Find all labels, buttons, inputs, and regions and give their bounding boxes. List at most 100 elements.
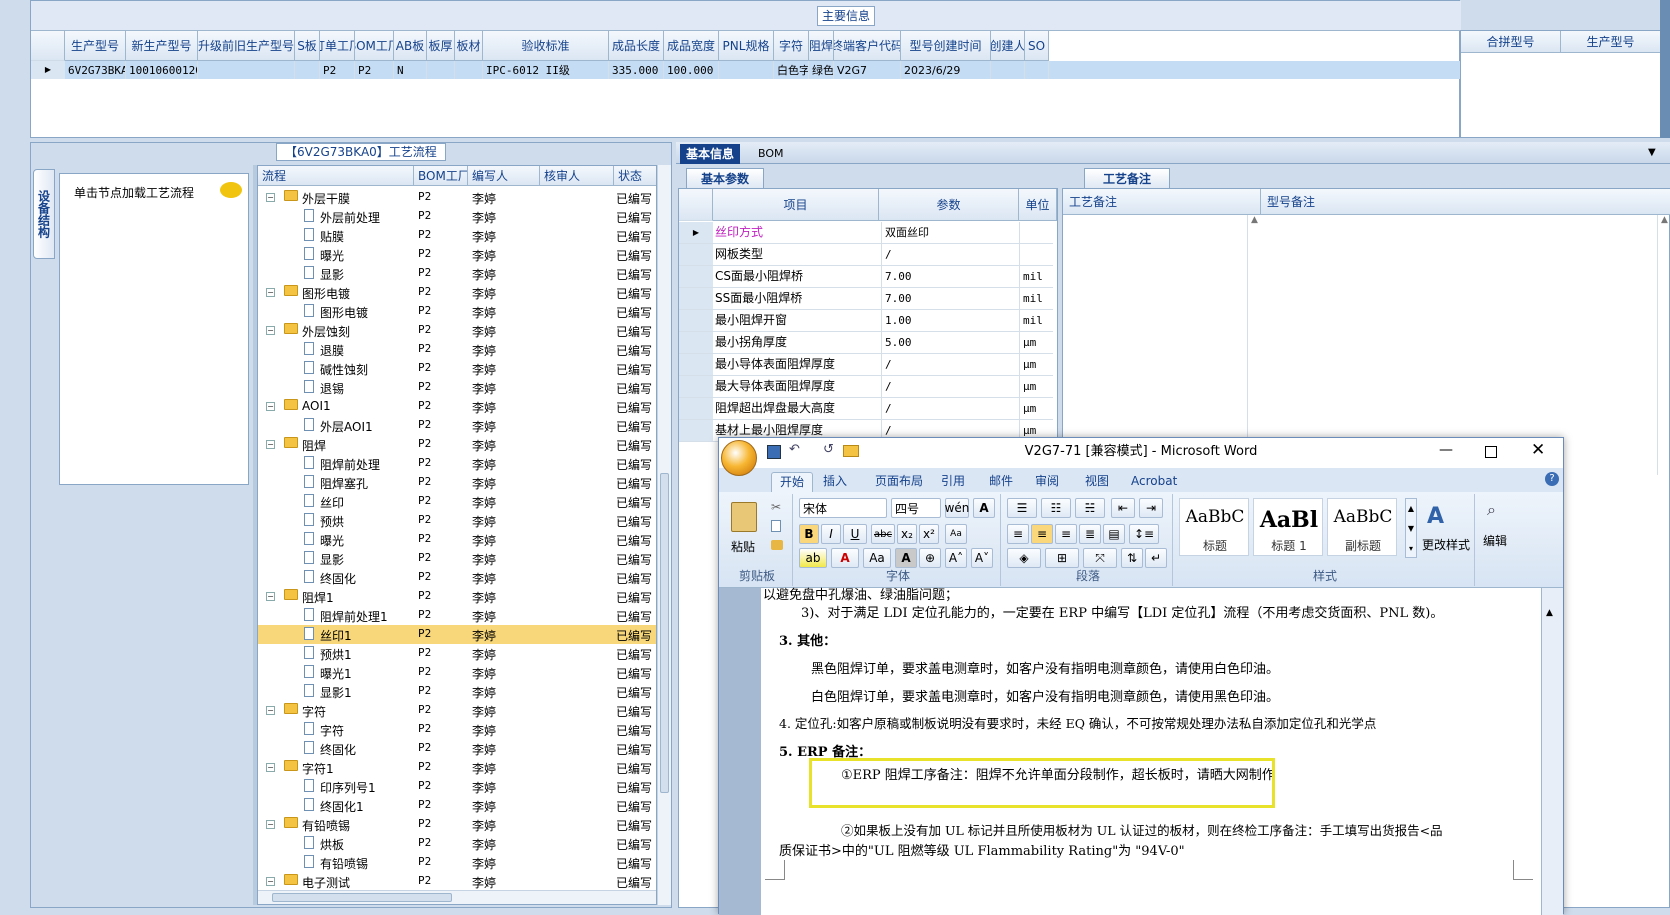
tab-basic-info[interactable]: 基本信息 xyxy=(680,144,741,164)
font-size-select[interactable]: 四号 xyxy=(891,498,941,518)
enclose-char-icon[interactable]: ⊕ xyxy=(919,548,941,568)
param-value[interactable]: / xyxy=(881,354,1015,375)
change-styles-label[interactable]: 更改样式 xyxy=(1419,536,1473,553)
increase-indent-icon[interactable]: ⇥ xyxy=(1139,498,1163,518)
param-value[interactable]: / xyxy=(881,376,1015,397)
tree-row[interactable]: 终固化 P2 李婷 已编写 xyxy=(258,739,656,758)
tree-row[interactable]: 终固化 P2 李婷 已编写 xyxy=(258,568,656,587)
tree-row[interactable]: 终固化1 P2 李婷 已编写 xyxy=(258,796,656,815)
style-item[interactable]: AaBl 标题 1 xyxy=(1253,498,1323,556)
tree-vscrollbar[interactable] xyxy=(657,165,671,905)
param-value[interactable]: 双面丝印 xyxy=(881,222,1015,243)
tree-row[interactable]: 字符 P2 李婷 已编写 xyxy=(258,720,656,739)
expand-toggle-icon[interactable]: − xyxy=(266,592,275,601)
char-shading-icon[interactable]: A xyxy=(895,548,917,568)
expand-toggle-icon[interactable]: − xyxy=(266,820,275,829)
tree-row[interactable]: 丝印1 P2 李婷 已编写 xyxy=(258,625,656,644)
style-item[interactable]: AaBbC 副标题 xyxy=(1327,498,1397,556)
expand-toggle-icon[interactable]: − xyxy=(266,288,275,297)
justify-icon[interactable]: ≣ xyxy=(1079,524,1101,544)
tree-vscroll-thumb[interactable] xyxy=(660,473,669,793)
param-row[interactable]: 最大导体表面阻焊厚度 / μm xyxy=(679,376,1053,398)
tree-row[interactable]: 退膜 P2 李婷 已编写 xyxy=(258,340,656,359)
highlight-icon[interactable]: ab xyxy=(799,548,827,568)
tree-row[interactable]: − 有铅喷锡 P2 李婷 已编写 xyxy=(258,815,656,834)
office-button-icon[interactable] xyxy=(721,440,757,476)
tree-row[interactable]: − 外层干膜 P2 李婷 已编写 xyxy=(258,188,656,207)
word-tab-4[interactable]: 邮件 xyxy=(981,472,1021,492)
shading-icon[interactable]: ◈ xyxy=(1007,548,1041,568)
param-value[interactable]: 7.00 xyxy=(881,266,1015,287)
expand-toggle-icon[interactable]: − xyxy=(266,763,275,772)
help-icon[interactable]: ? xyxy=(1545,472,1559,486)
param-row[interactable]: ▶ 丝印方式 双面丝印 xyxy=(679,222,1053,244)
word-tab-6[interactable]: 视图 xyxy=(1077,472,1117,492)
grow-font-icon[interactable]: A˄ xyxy=(945,548,967,568)
main-info-row[interactable]: ▶6V2G73BKA010010600120537P2P2NIPC-6012 I… xyxy=(31,61,1461,79)
styles-scroll[interactable]: ▲ ▼ ▾ xyxy=(1405,498,1417,558)
tree-row[interactable]: 阻焊塞孔 P2 李婷 已编写 xyxy=(258,473,656,492)
chevron-down-icon[interactable]: ▼ xyxy=(1648,147,1656,158)
tree-row[interactable]: − 图形电镀 P2 李婷 已编写 xyxy=(258,283,656,302)
param-row[interactable]: 阻焊超出焊盘最大高度 / μm xyxy=(679,398,1053,420)
tree-row[interactable]: 外层AOI1 P2 李婷 已编写 xyxy=(258,416,656,435)
tree-hscrollbar[interactable] xyxy=(258,890,656,904)
minimize-icon[interactable]: — xyxy=(1439,442,1453,458)
word-tab-3[interactable]: 引用 xyxy=(933,472,973,492)
param-value[interactable]: / xyxy=(881,398,1015,419)
align-right-icon[interactable]: ≡ xyxy=(1055,524,1077,544)
tree-row[interactable]: 丝印 P2 李婷 已编写 xyxy=(258,492,656,511)
edit-label[interactable]: 编辑 xyxy=(1483,532,1507,549)
chinese-layout-icon[interactable]: ⤧ xyxy=(1083,548,1117,568)
tree-row[interactable]: 图形电镀 P2 李婷 已编写 xyxy=(258,302,656,321)
param-row[interactable]: 最小导体表面阻焊厚度 / μm xyxy=(679,354,1053,376)
change-styles-icon[interactable]: A xyxy=(1427,504,1444,529)
paste-icon[interactable] xyxy=(731,502,757,532)
tree-row[interactable]: 碱性蚀刻 P2 李婷 已编写 xyxy=(258,359,656,378)
param-row[interactable]: 网板类型 / xyxy=(679,244,1053,266)
tree-row[interactable]: − 阻焊 P2 李婷 已编写 xyxy=(258,435,656,454)
tree-row[interactable]: − 外层蚀刻 P2 李婷 已编写 xyxy=(258,321,656,340)
tree-hscroll-thumb[interactable] xyxy=(272,893,452,902)
bullets-icon[interactable]: ☰ xyxy=(1007,498,1037,518)
word-tab-5[interactable]: 审阅 xyxy=(1027,472,1067,492)
tree-row[interactable]: 显影1 P2 李婷 已编写 xyxy=(258,682,656,701)
style-item[interactable]: AaBbC 标题 xyxy=(1179,498,1249,556)
param-row[interactable]: 最小拐角厚度 5.00 μm xyxy=(679,332,1053,354)
binoculars-icon[interactable]: ⌕ xyxy=(1487,500,1496,520)
phonetic-icon[interactable]: wén xyxy=(945,498,969,518)
char-border-icon[interactable]: A xyxy=(973,498,995,518)
close-icon[interactable]: ✕ xyxy=(1531,440,1545,460)
param-row[interactable]: CS面最小阻焊桥 7.00 mil xyxy=(679,266,1053,288)
param-value[interactable]: / xyxy=(881,244,1015,265)
tree-row[interactable]: 曝光1 P2 李婷 已编写 xyxy=(258,663,656,682)
tree-row[interactable]: 有铅喷锡 P2 李婷 已编写 xyxy=(258,853,656,872)
tab-process-notes[interactable]: 工艺备注 xyxy=(1084,168,1171,188)
param-value[interactable]: 7.00 xyxy=(881,288,1015,309)
tree-row[interactable]: 退锡 P2 李婷 已编写 xyxy=(258,378,656,397)
align-center-icon[interactable]: ≡ xyxy=(1031,524,1053,544)
tree-row[interactable]: 印序列号1 P2 李婷 已编写 xyxy=(258,777,656,796)
model-notes-scroll[interactable]: ▲ xyxy=(1657,215,1670,475)
tree-row[interactable]: 烘板 P2 李婷 已编写 xyxy=(258,834,656,853)
format-painter-icon[interactable] xyxy=(771,540,783,550)
distribute-icon[interactable]: ▤ xyxy=(1103,524,1125,544)
line-spacing-icon[interactable]: ↕≡ xyxy=(1129,524,1159,544)
show-marks-icon[interactable]: ↵ xyxy=(1145,548,1167,568)
multilevel-list-icon[interactable]: ☵ xyxy=(1075,498,1105,518)
notes-scroll[interactable]: ▲ xyxy=(1247,215,1261,475)
tree-row[interactable]: 显影 P2 李婷 已编写 xyxy=(258,264,656,283)
tree-row[interactable]: − AOI1 P2 李婷 已编写 xyxy=(258,397,656,416)
clear-format-icon[interactable]: Aa xyxy=(945,524,967,544)
expand-toggle-icon[interactable]: − xyxy=(266,402,275,411)
tree-row[interactable]: 预烘 P2 李婷 已编写 xyxy=(258,511,656,530)
cut-icon[interactable]: ✂ xyxy=(771,500,781,514)
font-name-select[interactable]: 宋体 xyxy=(799,498,887,518)
tree-row[interactable]: 贴膜 P2 李婷 已编写 xyxy=(258,226,656,245)
maximize-icon[interactable] xyxy=(1485,446,1497,458)
tree-row[interactable]: − 阻焊1 P2 李婷 已编写 xyxy=(258,587,656,606)
tree-row[interactable]: 阻焊前处理1 P2 李婷 已编写 xyxy=(258,606,656,625)
superscript-button[interactable]: x² xyxy=(919,524,939,544)
param-row[interactable]: 最小阻焊开窗 1.00 mil xyxy=(679,310,1053,332)
word-tab-2[interactable]: 页面布局 xyxy=(867,472,931,492)
